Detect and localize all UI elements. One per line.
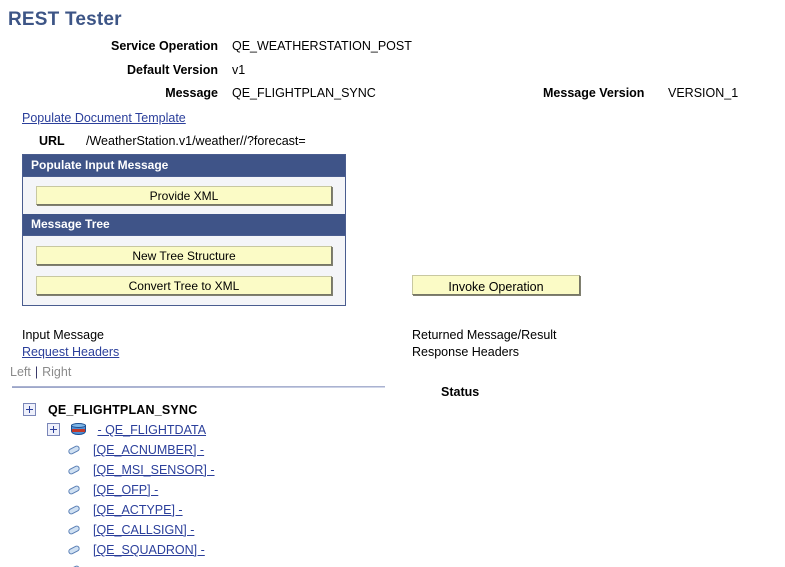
populate-document-template-link[interactable]: Populate Document Template xyxy=(22,111,186,125)
field-row-default-version: Default Version v1 xyxy=(0,63,785,83)
tree-row-root: QE_FLIGHTPLAN_SYNC xyxy=(0,400,420,420)
tree-link-qe-msi-sensor[interactable]: [QE_MSI_SENSOR] - xyxy=(93,463,215,477)
request-headers-link[interactable]: Request Headers xyxy=(22,345,119,359)
tree-link-qe-acnumber[interactable]: [QE_ACNUMBER] - xyxy=(93,443,204,457)
url-label: URL xyxy=(39,134,65,148)
left-right-toggle: Left | Right xyxy=(10,365,71,379)
tree-link-qe-ofp[interactable]: [QE_OFP] - xyxy=(93,483,158,497)
invoke-operation-button[interactable]: Invoke Operation xyxy=(412,275,580,295)
tree-root-label: QE_FLIGHTPLAN_SYNC xyxy=(47,403,198,417)
plus-icon[interactable] xyxy=(47,423,61,436)
service-operation-label: Service Operation xyxy=(111,39,218,53)
tree-row-leaf: [QE_MSI_SENSOR] - xyxy=(0,460,420,480)
tree-row-partial xyxy=(0,560,785,567)
status-label: Status xyxy=(441,385,480,399)
field-row-service-operation: Service Operation QE_WEATHERSTATION_POST xyxy=(0,39,785,59)
message-tree-header: Message Tree xyxy=(23,214,345,236)
tree-row-flightdata: - QE_FLIGHTDATA xyxy=(0,420,420,440)
tree-row-leaf: [QE_OFP] - xyxy=(0,480,420,500)
tree-row-leaf: [QE_CALLSIGN] - xyxy=(0,520,420,540)
message-panels-groupbox: Populate Input Message Provide XML Messa… xyxy=(22,154,346,306)
section-divider xyxy=(12,386,385,388)
response-headers-label: Response Headers xyxy=(412,345,520,359)
toggle-left[interactable]: Left xyxy=(10,365,31,379)
provide-xml-button[interactable]: Provide XML xyxy=(36,186,332,205)
populate-input-message-body: Provide XML xyxy=(23,177,345,214)
field-icon xyxy=(67,544,82,556)
toggle-right[interactable]: Right xyxy=(42,365,71,379)
tree-link-qe-callsign[interactable]: [QE_CALLSIGN] - xyxy=(93,523,194,537)
service-operation-value: QE_WEATHERSTATION_POST xyxy=(232,39,412,53)
url-value: /WeatherStation.v1/weather//?forecast= xyxy=(86,134,306,148)
field-icon xyxy=(67,484,82,496)
page-title: REST Tester xyxy=(8,9,122,30)
field-icon xyxy=(67,524,82,536)
message-label: Message xyxy=(165,86,218,100)
default-version-label: Default Version xyxy=(127,63,218,77)
tree-link-qe-squadron[interactable]: [QE_SQUADRON] - xyxy=(93,543,205,557)
plus-icon[interactable] xyxy=(23,403,37,416)
input-message-label: Input Message xyxy=(22,328,104,342)
field-icon xyxy=(67,504,82,516)
field-icon xyxy=(67,464,82,476)
populate-input-message-header: Populate Input Message xyxy=(23,155,345,177)
database-icon xyxy=(70,423,86,437)
returned-message-result-label: Returned Message/Result xyxy=(412,328,557,342)
tree-row-leaf: [QE_SQUADRON] - xyxy=(0,540,420,560)
message-version-label: Message Version xyxy=(543,86,645,100)
new-tree-structure-button[interactable]: New Tree Structure xyxy=(36,246,332,265)
convert-tree-to-xml-button[interactable]: Convert Tree to XML xyxy=(36,276,332,295)
tree-link-flightdata[interactable]: - QE_FLIGHTDATA xyxy=(97,423,206,437)
tree-link-qe-actype[interactable]: [QE_ACTYPE] - xyxy=(93,503,183,517)
field-row-message: Message QE_FLIGHTPLAN_SYNC Message Versi… xyxy=(0,86,785,106)
field-icon xyxy=(67,444,82,456)
message-value: QE_FLIGHTPLAN_SYNC xyxy=(232,86,376,100)
tree-row-leaf: [QE_ACNUMBER] - xyxy=(0,440,420,460)
message-version-value: VERSION_1 xyxy=(668,86,739,100)
message-tree: QE_FLIGHTPLAN_SYNC - QE_FLIGHTDATA [QE_A… xyxy=(0,400,420,560)
toggle-separator: | xyxy=(34,365,39,379)
message-tree-body: New Tree Structure Convert Tree to XML xyxy=(23,236,345,305)
tree-row-leaf: [QE_ACTYPE] - xyxy=(0,500,420,520)
default-version-value: v1 xyxy=(232,63,246,77)
